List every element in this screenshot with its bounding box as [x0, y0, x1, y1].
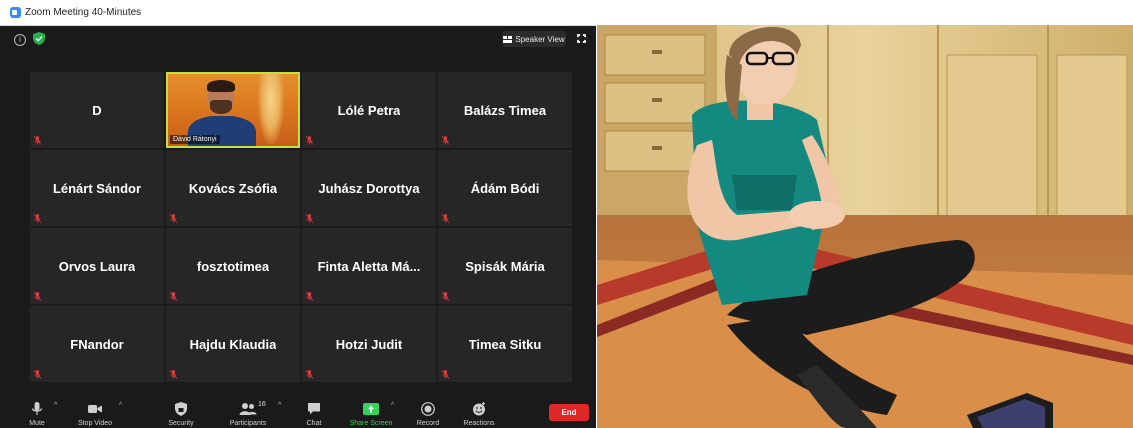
record-button[interactable]: Record	[413, 392, 443, 428]
participant-tile[interactable]: Spisák Mária	[438, 228, 572, 304]
participant-name: Lólé Petra	[337, 102, 401, 118]
participant-tile[interactable]: Orvos Laura	[30, 228, 164, 304]
participants-count: 16	[258, 401, 266, 408]
muted-mic-icon	[442, 292, 449, 301]
window-title: Zoom Meeting 40-Minutes	[25, 7, 142, 18]
participant-tile[interactable]: Lénárt Sándor	[30, 150, 164, 226]
meeting-toolbar: Mute ^ Stop Video ^ Security Participant…	[0, 392, 596, 428]
participant-name: Ádám Bódi	[470, 180, 540, 196]
muted-mic-icon	[442, 214, 449, 223]
photo-illustration	[597, 25, 1133, 428]
video-feed-beard	[210, 100, 232, 114]
participant-name: FNandor	[70, 336, 124, 352]
share-screen-button[interactable]: Share Screen	[345, 392, 397, 428]
chat-label: Chat	[306, 420, 322, 427]
video-feed-lamp	[258, 74, 284, 144]
grid-view-icon	[503, 35, 513, 43]
participant-name: Juhász Dorottya	[318, 180, 420, 196]
muted-mic-icon	[306, 214, 313, 223]
muted-mic-icon	[442, 370, 449, 379]
chat-bubble-icon	[308, 403, 320, 415]
muted-mic-icon	[170, 370, 177, 379]
participant-name: fosztotimea	[196, 258, 270, 274]
participant-tile[interactable]: Balázs Timea	[438, 72, 572, 148]
participant-name: Timea Sitku	[468, 336, 542, 352]
video-options-caret-icon[interactable]: ^	[119, 402, 122, 409]
speaker-view-label: Speaker View	[515, 34, 565, 44]
muted-mic-icon	[306, 292, 313, 301]
share-options-caret-icon[interactable]: ^	[391, 402, 394, 409]
end-meeting-button[interactable]: End	[549, 404, 589, 421]
participants-button[interactable]: Participants	[225, 392, 271, 428]
reactions-button[interactable]: Reactions	[460, 392, 498, 428]
muted-mic-icon	[170, 214, 177, 223]
audio-options-caret-icon[interactable]: ^	[54, 402, 57, 409]
fullscreen-icon[interactable]	[577, 34, 586, 43]
muted-mic-icon	[306, 370, 313, 379]
zoom-window: Zoom Meeting 40-Minutes i Speaker View D…	[0, 0, 596, 428]
encryption-shield-icon[interactable]	[33, 32, 45, 45]
title-bar: Zoom Meeting 40-Minutes	[0, 0, 596, 26]
info-icon[interactable]: i	[14, 34, 26, 46]
participant-name: Spisák Mária	[465, 258, 545, 274]
participant-tile[interactable]: Lólé Petra	[302, 72, 436, 148]
mute-label: Mute	[29, 420, 45, 427]
participant-name: Balázs Timea	[463, 102, 547, 118]
muted-mic-icon	[34, 214, 41, 223]
video-feed-hair	[207, 80, 235, 92]
record-icon	[421, 402, 435, 416]
stop-video-label: Stop Video	[77, 420, 113, 427]
muted-mic-icon	[34, 136, 41, 145]
participants-icon	[239, 403, 257, 415]
participant-name: Orvos Laura	[58, 258, 136, 274]
participant-name: Hotzi Judit	[335, 336, 403, 352]
muted-mic-icon	[34, 292, 41, 301]
muted-mic-icon	[306, 136, 313, 145]
participant-tile[interactable]: fosztotimea	[166, 228, 300, 304]
speaker-view-button[interactable]: Speaker View	[502, 31, 566, 47]
chat-button[interactable]: Chat	[301, 392, 327, 428]
meeting-top-bar: i Speaker View	[0, 26, 596, 50]
participant-name: Hajdu Klaudia	[189, 336, 277, 352]
participant-tile[interactable]: Dávid Rátonyi	[166, 72, 300, 148]
participant-tile[interactable]: Kovács Zsófia	[166, 150, 300, 226]
security-label: Security	[168, 420, 194, 427]
participant-video-name: Dávid Rátonyi	[170, 135, 220, 144]
participant-name: Kovács Zsófia	[188, 180, 278, 196]
mute-button[interactable]: Mute	[24, 392, 50, 428]
video-camera-icon	[88, 405, 102, 413]
muted-mic-icon	[442, 136, 449, 145]
reactions-label: Reactions	[463, 420, 495, 427]
reactions-smiley-icon	[473, 402, 485, 416]
participant-tile[interactable]: Timea Sitku	[438, 306, 572, 382]
participant-tile[interactable]: Hajdu Klaudia	[166, 306, 300, 382]
stop-video-button[interactable]: Stop Video	[72, 392, 118, 428]
muted-mic-icon	[170, 292, 177, 301]
security-shield-icon	[175, 402, 187, 416]
participants-label: Participants	[229, 420, 267, 427]
participant-tile[interactable]: Finta Aletta Má...	[302, 228, 436, 304]
share-screen-icon	[363, 403, 379, 415]
participant-tile[interactable]: FNandor	[30, 306, 164, 382]
participant-name: D	[92, 102, 102, 118]
participant-tile[interactable]: Hotzi Judit	[302, 306, 436, 382]
participant-tile[interactable]: D	[30, 72, 164, 148]
muted-mic-icon	[34, 370, 41, 379]
participant-name: Finta Aletta Má...	[317, 258, 421, 274]
participant-grid: D Dávid Rátonyi Lólé Petra Balázs Timea Léná…	[30, 72, 574, 384]
zoom-app-icon	[10, 7, 21, 18]
microphone-icon	[31, 402, 43, 415]
participant-tile[interactable]: Juhász Dorottya	[302, 150, 436, 226]
participants-options-caret-icon[interactable]: ^	[278, 402, 281, 409]
record-label: Record	[416, 420, 440, 427]
photo-woman-on-rug	[597, 25, 1133, 428]
participant-tile[interactable]: Ádám Bódi	[438, 150, 572, 226]
share-screen-label: Share Screen	[349, 420, 393, 427]
participant-name: Lénárt Sándor	[52, 180, 142, 196]
security-button[interactable]: Security	[163, 392, 199, 428]
